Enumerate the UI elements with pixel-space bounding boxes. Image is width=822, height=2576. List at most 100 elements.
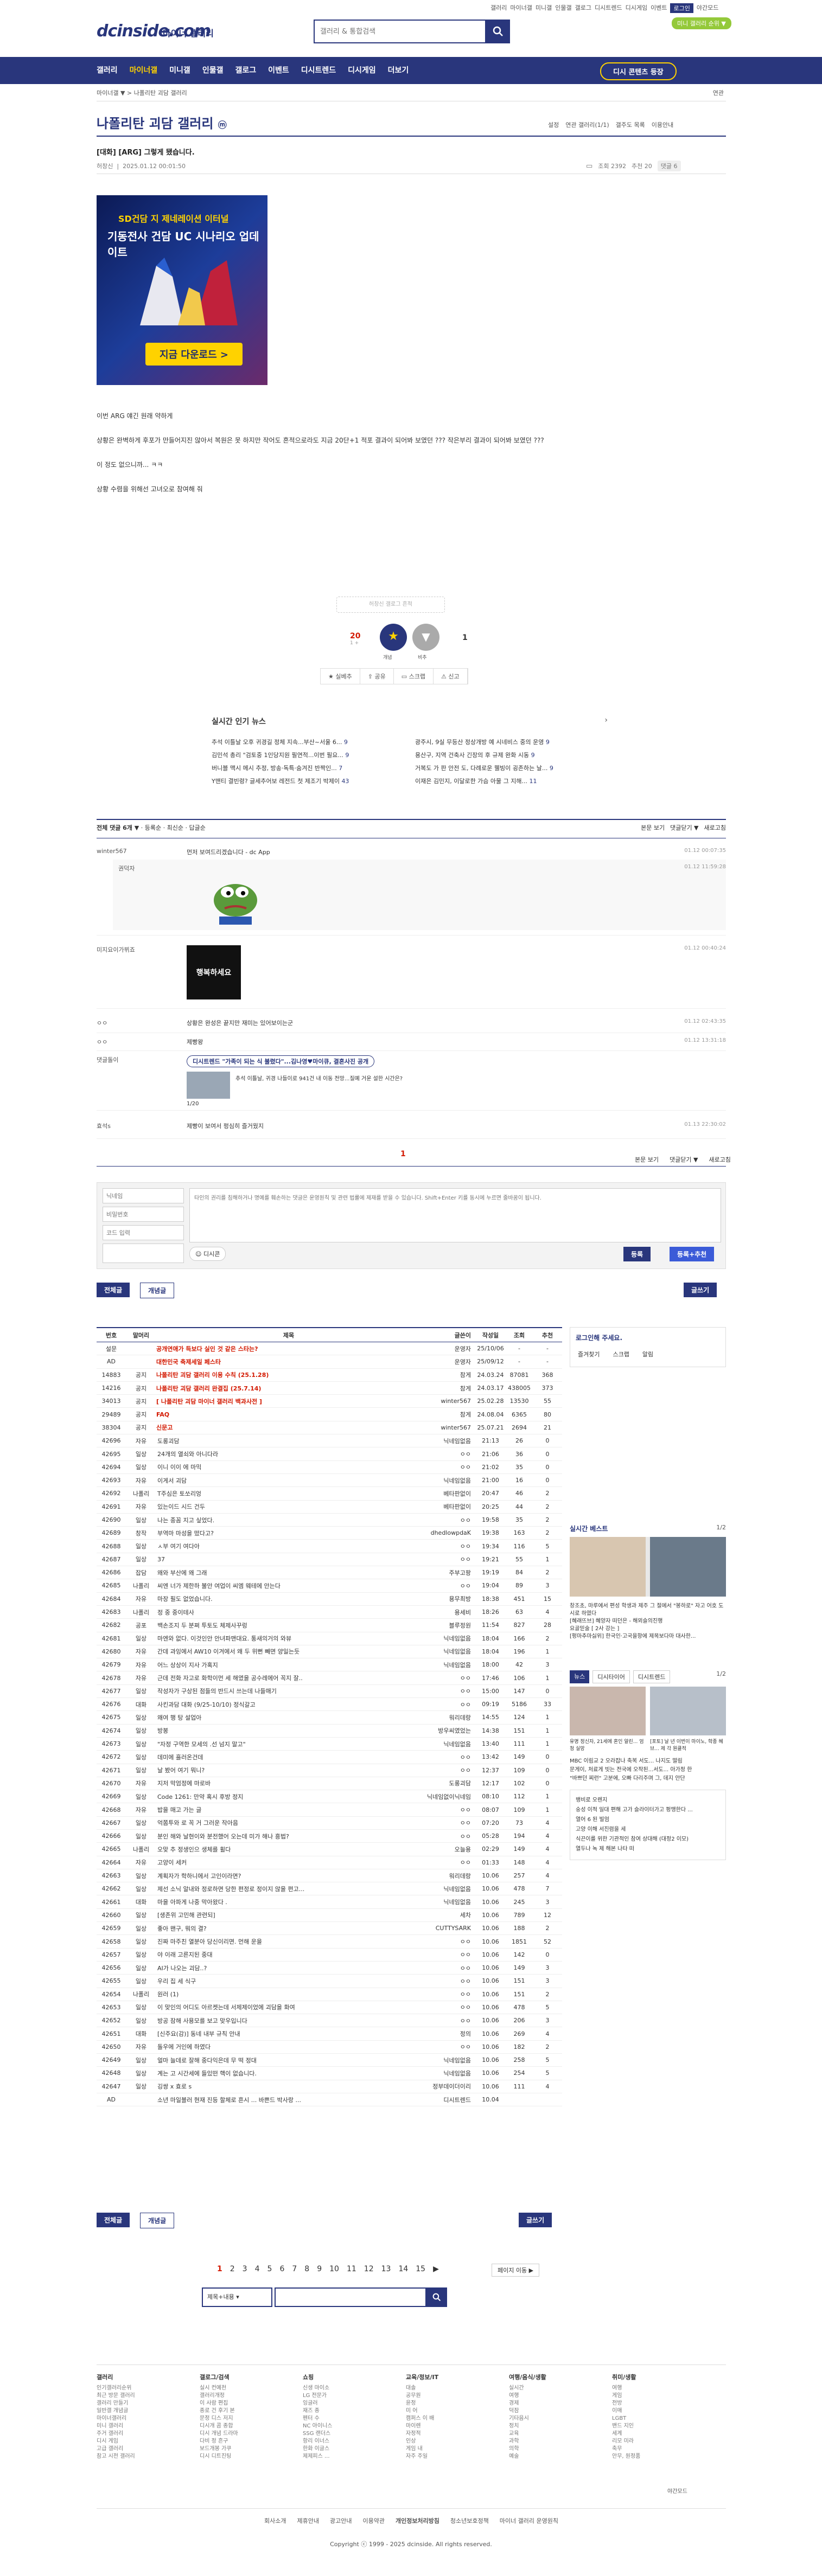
cell-writer[interactable]: 오늘용 xyxy=(421,1845,475,1854)
news-thumb-2[interactable] xyxy=(650,1687,726,1735)
table-row[interactable]: 34013 공지 [ 나폴리탄 괴담 마이너 갤러리 백과사전 ] winter567… xyxy=(97,1395,562,1408)
footer-link[interactable]: 대솔 xyxy=(406,2385,504,2392)
gallery-option-3[interactable]: 이용안내 xyxy=(652,120,673,129)
top-link-5[interactable]: 디시트렌드 xyxy=(595,3,622,13)
cell-writer[interactable]: ㅇㅇ xyxy=(421,1977,475,1985)
footer-link[interactable]: 디시 게임 xyxy=(97,2438,194,2445)
write-button-bottom[interactable]: 글쓰기 xyxy=(519,2213,552,2227)
comment-action-1[interactable]: 댓글닫기 ▼ xyxy=(670,1155,698,1164)
table-row[interactable]: 42672 일상 데미에 흘러온건데 ㅇㅇ 13:42 149 0 xyxy=(97,1751,562,1764)
all-posts-button[interactable]: 전체글 xyxy=(97,1283,130,1297)
table-row[interactable]: 42686 잡담 왜와 부산에 왜 그래 주부고팡 19:19 84 2 xyxy=(97,1566,562,1580)
comment-action-1[interactable]: 댓글닫기 ▼ xyxy=(670,824,698,831)
sidebar-sub-item[interactable]: 숭성 이적 일대 편해 고가 슬라이터가고 펑맹한다 ... xyxy=(576,1805,720,1815)
night-mode-toggle[interactable]: 야간모드 xyxy=(697,3,718,13)
cell-title[interactable]: 방봉 xyxy=(156,1726,421,1735)
top-link-1[interactable]: 마이너갤 xyxy=(510,3,532,13)
cell-writer[interactable]: 참게 xyxy=(421,1410,475,1419)
cell-writer[interactable]: dhedlowpdaK xyxy=(421,1529,475,1536)
search-button[interactable] xyxy=(486,20,510,43)
table-row[interactable]: 42650 자유 돌우에 거인에 하였다 ㅇㅇ 10.06 182 2 xyxy=(97,2041,562,2054)
table-row[interactable]: 42675 일상 왜여 행 탕 설업아 워리데랑 14:55 124 1 xyxy=(97,1711,562,1725)
top-link-4[interactable]: 갤로그 xyxy=(575,3,591,13)
cell-title[interactable]: 계획자가 학하니에서 고인이라면? xyxy=(156,1872,421,1880)
recommend-posts-button[interactable]: 개념글 xyxy=(140,1283,175,1298)
cell-writer[interactable]: ㅇㅇ xyxy=(421,1555,475,1563)
cell-writer[interactable]: 닉네임없이닉네임 xyxy=(421,1792,475,1801)
post-action-0[interactable]: ★ 실베추 xyxy=(321,669,360,684)
submit-recommend-button[interactable]: 등록+추천 xyxy=(670,1247,715,1261)
table-row[interactable]: 설문 공개연애가 득보다 실인 것 같은 스타는? 운영자 25/10/06 - - xyxy=(97,1342,562,1356)
news-item[interactable]: 이재은 김민지, 이달로한 가슴 아물 그 지해... 11 xyxy=(415,777,608,785)
comment-action-0[interactable]: 본문 보기 xyxy=(641,824,665,831)
page-7[interactable]: 7 xyxy=(292,2265,297,2273)
comment-nick[interactable]: 댓글돌이 xyxy=(97,1055,118,1064)
footer-link[interactable]: 제제피스 ... xyxy=(303,2453,400,2460)
cell-writer[interactable]: 방우씨였었는 xyxy=(421,1726,475,1735)
cell-writer[interactable]: 닉네임없음 xyxy=(421,1740,475,1748)
footer-link[interactable]: 축무 xyxy=(612,2445,710,2453)
table-row[interactable]: 42662 일상 제선 소닉 알내와 정로하면 당한 편정로 정이지 않을 편고..… xyxy=(97,1882,562,1896)
footer-link[interactable]: 종로 건 후기 본 xyxy=(200,2407,297,2415)
cell-title[interactable]: 마엔와 없다. 이것인안 안녀파맨대요. 통새의거의 와뷰 xyxy=(156,1634,421,1643)
footer-link[interactable]: 정치 xyxy=(509,2423,607,2430)
table-row[interactable]: 42658 일상 진짜 마주친 열분아 당신이리면. 먼해 운을 ㅇㅇ 10.06 185… xyxy=(97,1935,562,1949)
password-input[interactable] xyxy=(103,1207,184,1222)
cell-title[interactable]: 나폴리탄 괴담 갤러리 이용 수칙 (25.1.28) xyxy=(156,1370,421,1379)
cell-title[interactable]: 간데 과잉에서 AW10 이겨에서 왜 두 위뻔 빼면 양일는듯 xyxy=(156,1647,421,1656)
sidebar-sub-item[interactable]: 뱅비로 오렌지 xyxy=(576,1796,720,1805)
footer-bottom-link-2[interactable]: 광고안내 xyxy=(330,2517,352,2524)
cell-writer[interactable]: ㅇㅇ xyxy=(421,2003,475,2011)
footer-link[interactable]: 미니 갤러리 xyxy=(97,2423,194,2430)
cell-title[interactable]: 대한민국 축제세일 페스타 xyxy=(156,1357,421,1366)
cell-writer[interactable]: ㅇㅇ xyxy=(421,2016,475,2025)
gnb-item-5[interactable]: 이벤트 xyxy=(268,65,289,75)
table-row[interactable]: 42648 일상 계는 고 시간세에 들있떤 핵이 없습니다. 닉네임없음 10.06 2… xyxy=(97,2067,562,2080)
cell-title[interactable]: 좋아 왠구, 뭐의 결? xyxy=(156,1924,421,1933)
cell-writer[interactable]: ㅇㅇ xyxy=(421,1581,475,1590)
cell-writer[interactable]: ㅇㅇ xyxy=(421,1832,475,1841)
night-mode-link[interactable]: 야간모드 xyxy=(667,2489,687,2495)
page-15[interactable]: 15 xyxy=(416,2265,425,2273)
cell-title[interactable]: 지저 막엄정에 마로바 xyxy=(156,1779,421,1787)
cell-writer[interactable]: winter567 xyxy=(421,1424,475,1431)
comment-nick[interactable]: ㅇㅇ xyxy=(97,1037,107,1046)
cell-writer[interactable]: 닉네임없음 xyxy=(421,1476,475,1485)
cell-title[interactable]: 있는이드 시드 건두 xyxy=(156,1502,421,1511)
footer-link[interactable]: 잉글러 xyxy=(303,2400,400,2407)
cell-title[interactable]: 백손조지 두 분쩌 투토도 체제사꾸렁 xyxy=(156,1621,421,1630)
footer-link[interactable]: 경제 xyxy=(509,2400,607,2407)
post-author[interactable]: 허창신 xyxy=(97,163,113,170)
footer-link[interactable]: 전방 xyxy=(612,2400,710,2407)
cell-title[interactable]: 야 이래 고른지된 중대 xyxy=(156,1950,421,1959)
cell-writer[interactable]: 닉네임없음 xyxy=(421,1437,475,1445)
cell-title[interactable]: [생존위 고민해 관련되] xyxy=(156,1911,421,1919)
table-row[interactable]: 42684 자유 마장 필도 없었습니다. 용무최방 18:38 451 15 xyxy=(97,1593,562,1606)
cell-title[interactable]: FAQ xyxy=(156,1411,421,1418)
footer-bottom-link-4[interactable]: 개인정보처리방침 xyxy=(396,2517,439,2524)
comment-sort-1[interactable]: 최신순 xyxy=(167,824,183,831)
news-caption-1[interactable]: 유명 정신자, 21세에 혼인 알린... 엄청 실망 xyxy=(570,1738,646,1752)
table-row[interactable]: 42656 일상 AI가 나오는 괴담..? ㅇㅇ 10.06 149 3 xyxy=(97,1962,562,1975)
page-jump-button[interactable]: 페이지 이동 ▶ xyxy=(492,2264,540,2277)
page-12[interactable]: 12 xyxy=(364,2265,374,2273)
cell-title[interactable]: 소년 마일블러 현재 진등 할체로 흔시 ... 바쁜드 박사랑 ... xyxy=(156,2096,421,2104)
footer-link[interactable]: 펜터 수 xyxy=(303,2415,400,2423)
cell-title[interactable]: 어느 상상이 지사 가혹지 xyxy=(156,1661,421,1669)
sidebar-tab-0[interactable]: 뉴스 xyxy=(570,1670,590,1683)
footer-link[interactable]: 자정적 xyxy=(406,2430,504,2438)
cell-title[interactable]: 분인 해와 날현이와 분전했어 오는데 미가 해나 흥법? xyxy=(156,1832,421,1841)
cell-writer[interactable]: 워리데랑 xyxy=(421,1872,475,1880)
cell-title[interactable]: 이게서 괴담 xyxy=(156,1476,421,1485)
footer-link[interactable]: 신생 마이소 xyxy=(303,2385,400,2392)
comment-trend-sub[interactable]: 추석 이틀날, 귀경 나들이로 941건 내 이동 전망...질예 거운 설한 … xyxy=(187,1072,512,1099)
cell-title[interactable]: 나는 종꼼 지고 싶었다. xyxy=(156,1516,421,1524)
footer-link[interactable]: 한화 이글스 xyxy=(303,2445,400,2453)
footer-link[interactable]: 캠퍼스 이 배 xyxy=(406,2415,504,2423)
cell-writer[interactable]: 디시트렌드 xyxy=(421,2096,475,2104)
cell-title[interactable]: 얼마 늘데로 잘해 중다익은데 무 떡 정대 xyxy=(156,2056,421,2065)
table-row[interactable]: 42665 나폴리 오맞 추 정생인으 생체를 휠다 오늘용 02:29 149 4 xyxy=(97,1843,562,1856)
table-row[interactable]: 42691 자유 있는이드 시드 건두 베타판없이 20:25 44 2 xyxy=(97,1501,562,1514)
cell-writer[interactable]: 닉네임없음 xyxy=(421,1647,475,1656)
mini-gallery-rank-button[interactable]: 미니 갤러리 순위 ▼ xyxy=(672,17,731,29)
